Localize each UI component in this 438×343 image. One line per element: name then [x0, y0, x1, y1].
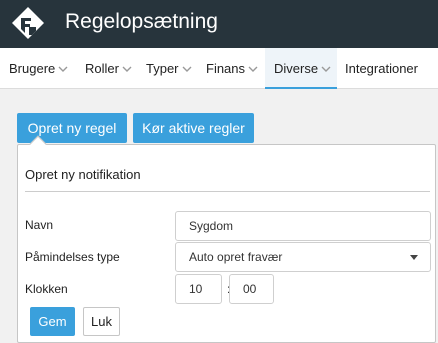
run-active-rules-button[interactable]: Kør aktive regler — [133, 113, 254, 143]
nav-item-integrationer[interactable]: Integrationer — [345, 48, 418, 89]
chevron-down-icon — [122, 66, 132, 72]
app-logo-icon[interactable] — [9, 5, 47, 43]
nav-item-brugere[interactable]: Brugere — [9, 48, 68, 89]
divider — [25, 191, 430, 192]
nav-item-typer[interactable]: Typer — [146, 48, 192, 89]
hour-input[interactable]: 10 — [175, 274, 222, 304]
chevron-down-icon — [58, 66, 68, 72]
name-label: Navn — [25, 218, 54, 232]
reminder-type-label: Påmindelses type — [25, 250, 120, 264]
minute-value: 00 — [243, 282, 257, 296]
nav-item-label: Roller — [85, 61, 119, 76]
nav-item-roller[interactable]: Roller — [85, 48, 132, 89]
reminder-type-select[interactable]: Auto opret fravær — [175, 242, 431, 272]
nav-item-finans[interactable]: Finans — [206, 48, 258, 89]
hour-value: 10 — [189, 282, 203, 296]
name-input-value: Sygdom — [189, 219, 234, 233]
panel-title: Opret ny notifikation — [25, 167, 141, 182]
nav-item-label: Brugere — [9, 61, 56, 76]
nav-item-diverse[interactable]: Diverse — [265, 48, 337, 89]
chevron-down-icon — [248, 66, 258, 72]
app-header: Regelopsætning — [0, 0, 438, 48]
create-notification-panel: Opret ny notifikation Navn Sygdom Påmind… — [17, 144, 436, 343]
minute-input[interactable]: 00 — [229, 274, 274, 304]
nav-item-label: Finans — [206, 61, 246, 76]
nav-item-label: Diverse — [274, 61, 319, 76]
page-title: Regelopsætning — [65, 10, 218, 33]
name-input[interactable]: Sygdom — [175, 211, 431, 241]
reminder-type-value: Auto opret fravær — [189, 250, 283, 264]
chevron-down-icon — [182, 66, 192, 72]
nav-item-label: Typer — [146, 61, 179, 76]
save-button[interactable]: Gem — [30, 307, 75, 336]
main-nav: Brugere Roller Typer Finans Diverse Inte… — [0, 48, 438, 89]
nav-item-label: Integrationer — [345, 61, 418, 76]
close-button[interactable]: Luk — [83, 307, 120, 336]
time-label: Klokken — [25, 282, 68, 296]
chevron-down-icon — [321, 66, 331, 72]
caret-down-icon — [410, 255, 418, 260]
